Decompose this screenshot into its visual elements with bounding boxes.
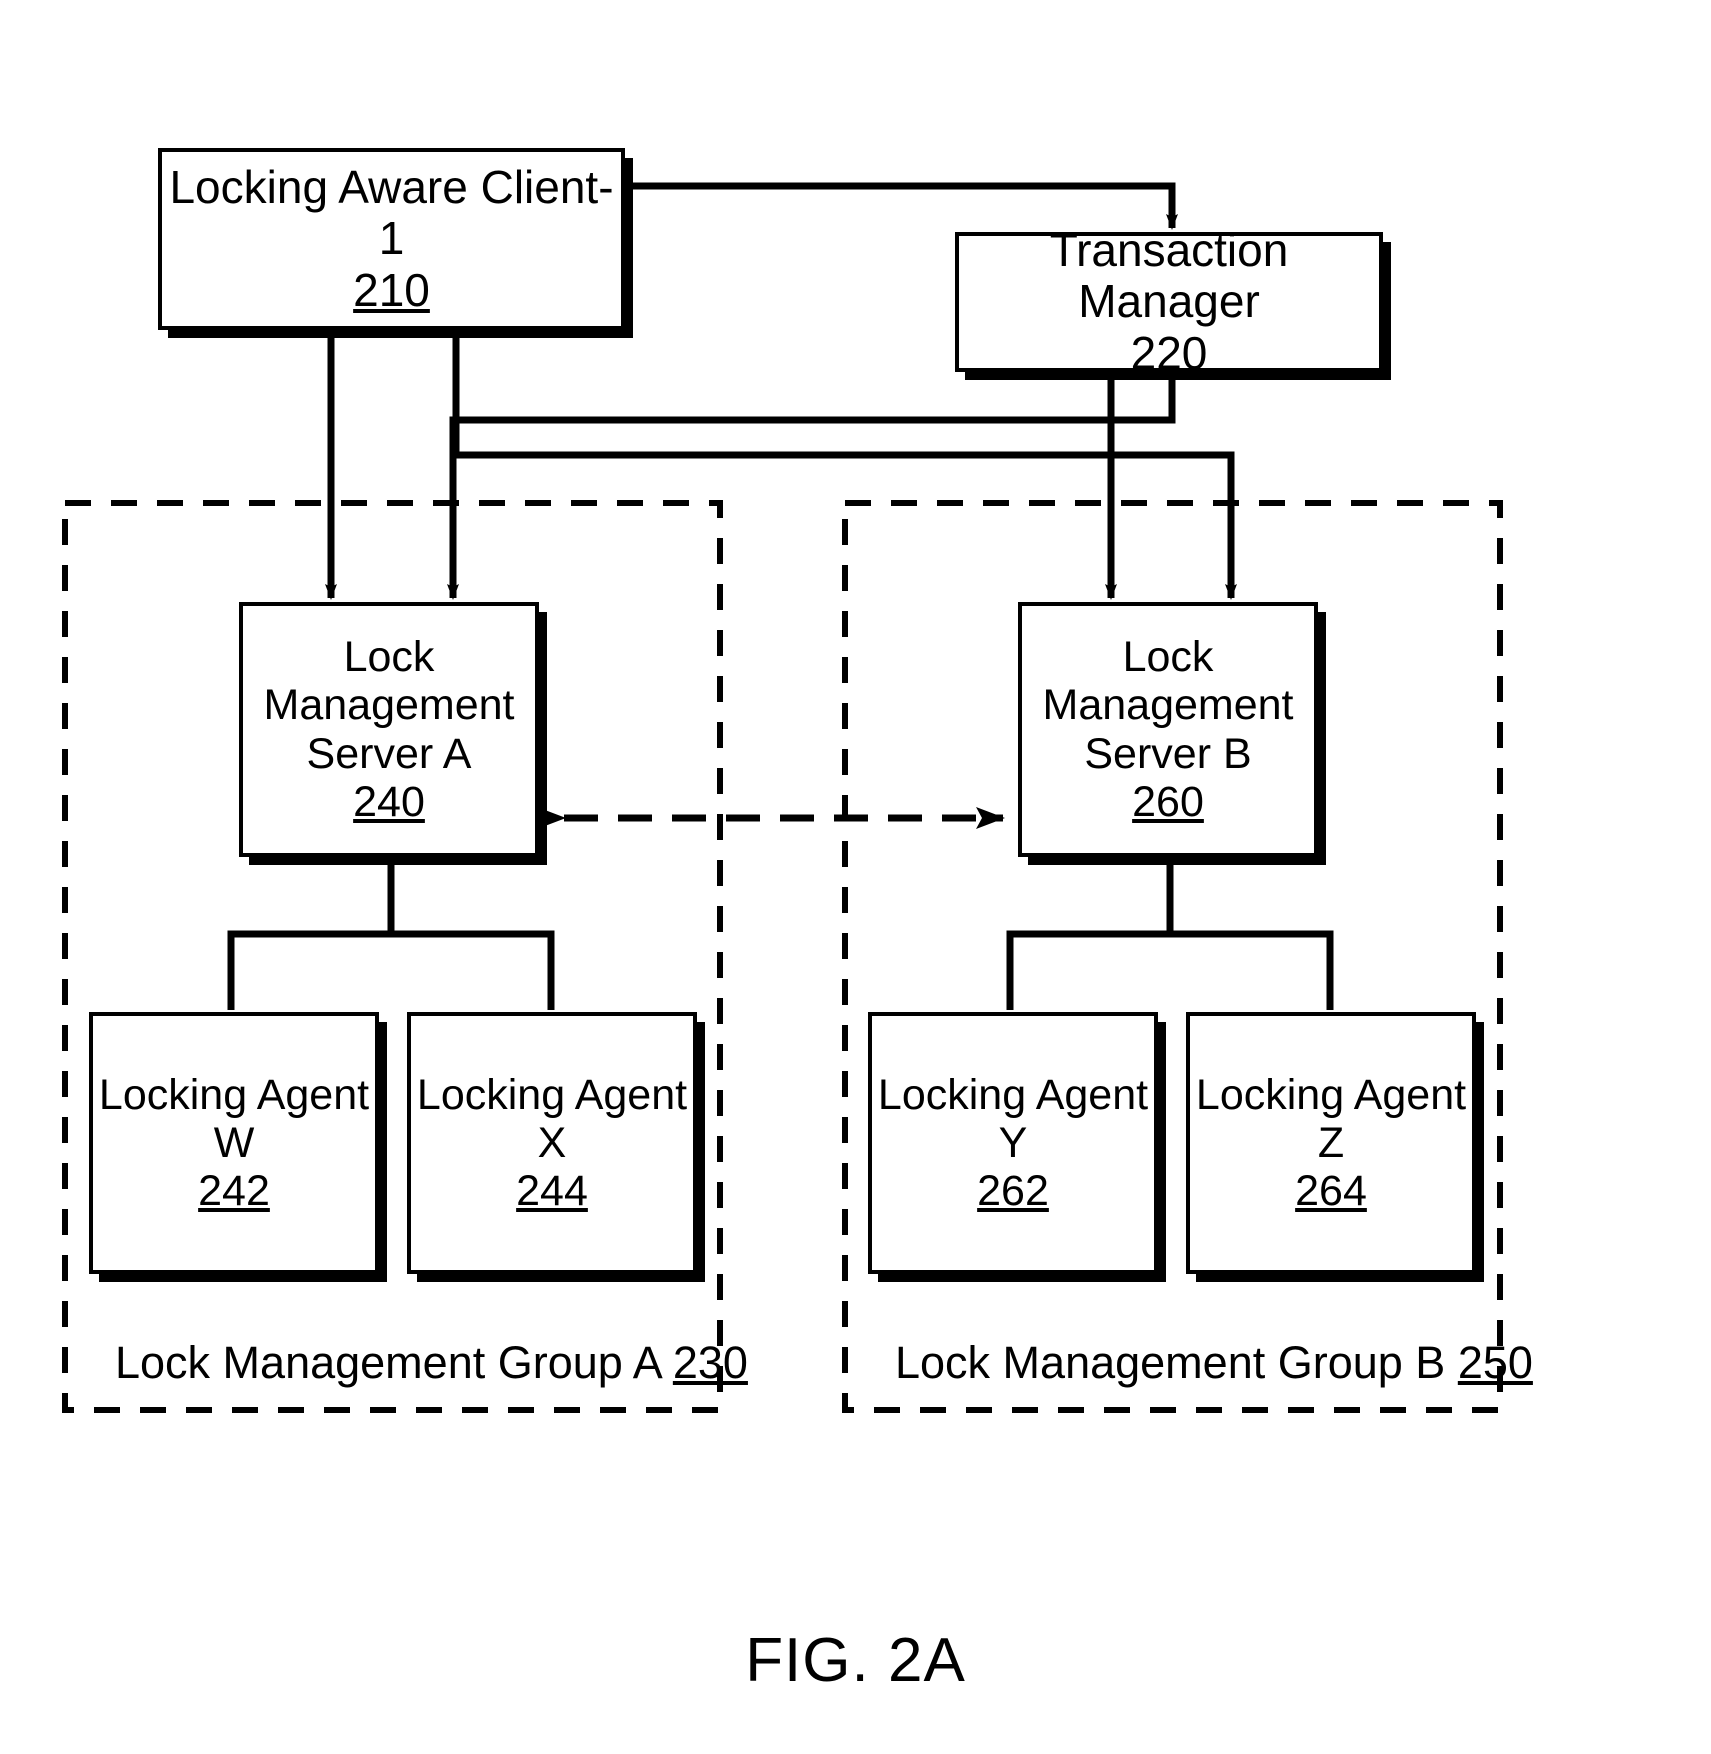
lock-management-server-a-box[interactable]: Lock Management Server A 240 (239, 602, 539, 857)
lock-management-group-b-ref: 250 (1457, 1337, 1533, 1388)
locking-agent-w-ref: 242 (198, 1167, 270, 1216)
locking-agent-z-ref: 264 (1295, 1167, 1367, 1216)
locking-agent-y-box[interactable]: Locking Agent Y 262 (868, 1012, 1158, 1274)
locking-agent-y-title: Locking Agent Y (877, 1070, 1149, 1167)
locking-aware-client-1-title: Locking Aware Client-1 (169, 160, 614, 265)
locking-agent-x-title: Locking Agent X (416, 1070, 688, 1167)
lock-management-group-a-label: Lock Management Group A 230 (115, 1337, 748, 1389)
locking-aware-client-1-box[interactable]: Locking Aware Client-1 210 (158, 148, 625, 330)
lock-management-server-a-ref: 240 (353, 777, 425, 826)
lock-management-group-a-text: Lock Management Group A (115, 1337, 673, 1388)
edge-client-to-transaction-manager (625, 182, 1178, 230)
lock-management-server-b-box[interactable]: Lock Management Server B 260 (1018, 602, 1318, 857)
transaction-manager-box[interactable]: Transaction Manager 220 (955, 224, 1383, 378)
locking-agent-z-box[interactable]: Locking Agent Z 264 (1186, 1012, 1476, 1274)
edge-server-a-to-agent-w (227, 860, 395, 1010)
lock-management-server-a-title: Lock Management Server A (263, 633, 515, 778)
edge-server-a-to-agent-x (387, 860, 555, 1010)
lock-management-server-b-ref: 260 (1132, 777, 1204, 826)
edge-server-b-to-agent-z (1166, 860, 1334, 1010)
figure-caption: FIG. 2A (745, 1626, 966, 1695)
locking-agent-w-title: Locking Agent W (98, 1070, 370, 1167)
lock-management-server-b-title: Lock Management Server B (1042, 633, 1294, 778)
figure-canvas: Locking Aware Client-1 210 Transaction M… (0, 0, 1711, 1754)
lock-management-group-b-text: Lock Management Group B (895, 1337, 1458, 1388)
transaction-manager-ref: 220 (1130, 326, 1208, 379)
locking-agent-w-box[interactable]: Locking Agent W 242 (89, 1012, 379, 1274)
lock-management-group-a-ref: 230 (672, 1337, 748, 1388)
edge-server-b-to-agent-y (1006, 860, 1174, 1010)
locking-agent-x-box[interactable]: Locking Agent X 244 (407, 1012, 697, 1274)
transaction-manager-title: Transaction Manager (1049, 223, 1289, 328)
locking-agent-x-ref: 244 (516, 1167, 588, 1216)
locking-aware-client-1-ref: 210 (353, 263, 430, 316)
lock-management-group-b-label: Lock Management Group B 250 (895, 1337, 1533, 1389)
locking-agent-z-title: Locking Agent Z (1195, 1070, 1467, 1167)
locking-agent-y-ref: 262 (977, 1167, 1049, 1216)
edge-transaction-manager-to-server-a (447, 372, 1176, 600)
